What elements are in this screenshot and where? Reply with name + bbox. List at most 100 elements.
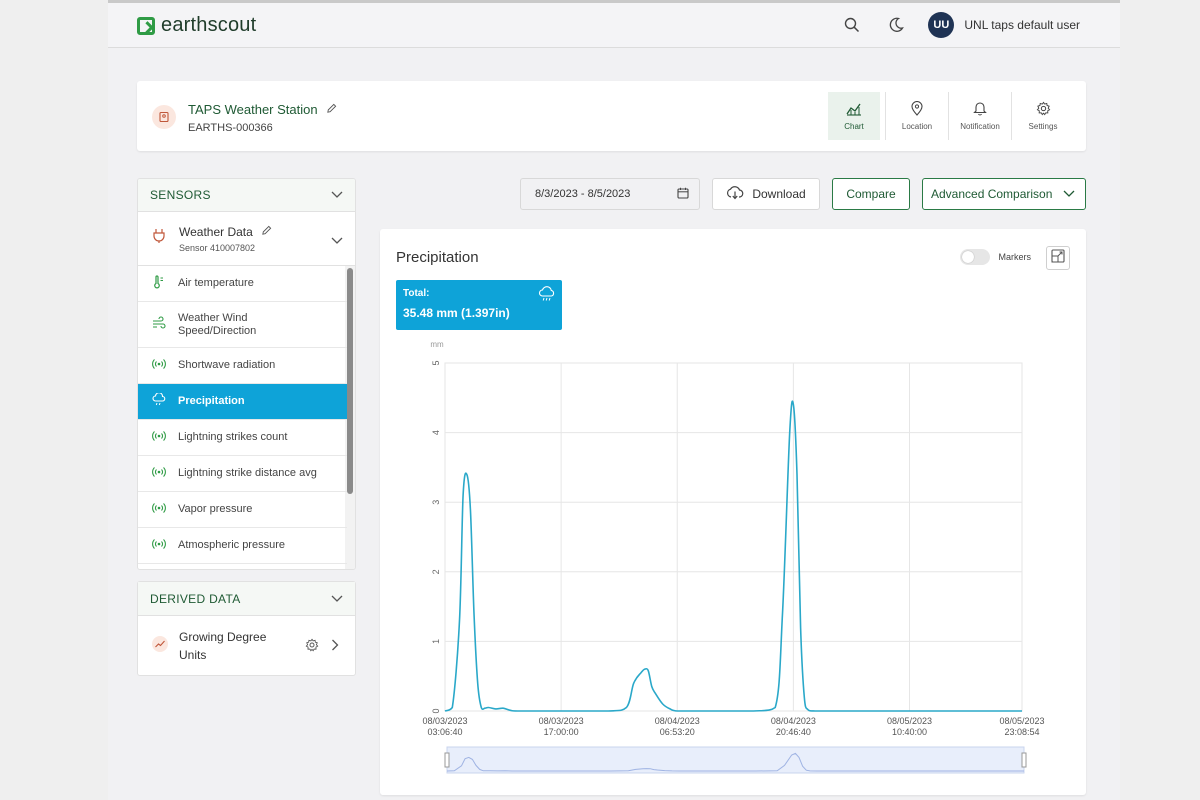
sensors-panel: SENSORS Weather Data Sensor 410007802 Ai… <box>137 178 356 570</box>
tab-chart-label: Chart <box>844 121 864 131</box>
sidebar-item-lightning-strike-distance[interactable]: Lightning strike distance avg <box>138 456 347 492</box>
gear-icon <box>1036 101 1051 118</box>
derived-data-title: DERIVED DATA <box>150 591 241 606</box>
sensor-id: Sensor 410007802 <box>179 243 256 253</box>
sidebar-item-shortwave-radiation[interactable]: Shortwave radiation <box>138 348 347 384</box>
advanced-comparison-label: Advanced Comparison <box>931 187 1053 201</box>
chevron-down-icon <box>331 186 343 204</box>
compare-button[interactable]: Compare <box>832 178 910 210</box>
precipitation-chart-card: 0 1 2 3 4 5 mm 08/03/2023 03:06:40 08/03/2023 17:0… <box>380 229 1086 795</box>
sensor-group-name: Weather Data <box>179 225 272 239</box>
station-header-card: TAPS Weather Station EARTHS-000366 Chart… <box>137 81 1086 151</box>
y-tick-label: 0 <box>431 708 441 713</box>
signal-icon <box>152 466 166 481</box>
search-icon[interactable] <box>840 13 864 37</box>
navigator-left-handle[interactable] <box>444 752 450 768</box>
x-tick-label-time: 10:40:00 <box>892 727 927 737</box>
chevron-right-icon[interactable] <box>331 638 339 656</box>
signal-icon <box>152 502 166 517</box>
tab-notification-label: Notification <box>960 122 1000 131</box>
date-range-value: 8/3/2023 - 8/5/2023 <box>535 188 631 200</box>
tab-location[interactable]: Location <box>885 92 948 140</box>
tab-location-label: Location <box>901 122 933 131</box>
edit-pencil-icon[interactable] <box>261 225 272 239</box>
gear-icon[interactable] <box>305 638 319 657</box>
sidebar-item-label: Lightning strikes count <box>178 431 288 443</box>
sidebar-item-precipitation[interactable]: Precipitation <box>138 384 347 420</box>
expand-chart-button[interactable] <box>1046 246 1070 270</box>
download-label: Download <box>752 187 806 201</box>
sidebar-item-label: Air temperature <box>178 277 254 289</box>
sidebar-item-label: Precipitation <box>178 395 245 407</box>
sidebar-item-air-temperature[interactable]: Air temperature <box>138 266 347 302</box>
sensor-group-weather-data[interactable]: Weather Data Sensor 410007802 <box>138 212 355 266</box>
sidebar-item-lightning-strikes-count[interactable]: Lightning strikes count <box>138 420 347 456</box>
date-range-picker[interactable]: 8/3/2023 - 8/5/2023 <box>520 178 700 210</box>
app-window: earthscout UU UNL taps default user TAPS… <box>108 0 1120 800</box>
dark-mode-moon-icon[interactable] <box>884 13 908 37</box>
tab-settings-label: Settings <box>1028 122 1058 131</box>
sidebar-item-label: Weather Wind Speed/Direction <box>178 311 257 337</box>
sidebar-item-weather-wind[interactable]: Weather Wind Speed/Direction <box>138 302 347 348</box>
sensors-panel-header[interactable]: SENSORS <box>138 179 355 212</box>
brand-name: earthscout <box>161 14 257 36</box>
signal-icon <box>152 358 166 373</box>
download-button[interactable]: Download <box>712 178 820 210</box>
x-tick-label-date: 08/05/2023 <box>887 716 932 726</box>
x-tick-label-date: 08/04/2023 <box>655 716 700 726</box>
chart-icon <box>846 102 862 118</box>
markers-toggle[interactable] <box>960 249 991 265</box>
top-navbar: earthscout UU UNL taps default user <box>108 3 1120 48</box>
user-menu[interactable]: UU UNL taps default user <box>928 12 1080 38</box>
wind-icon <box>152 316 166 333</box>
y-tick-label: 1 <box>431 639 441 644</box>
sensors-title: SENSORS <box>150 188 211 202</box>
sidebar-item-label: Atmospheric pressure <box>178 539 285 551</box>
brand-logo[interactable]: earthscout <box>137 14 256 37</box>
rain-cloud-icon <box>538 286 556 307</box>
x-tick-label-time: 20:46:40 <box>776 727 811 737</box>
expand-icon <box>1051 248 1065 268</box>
y-tick-label: 5 <box>431 360 441 365</box>
x-tick-label-time: 23:08:54 <box>1004 727 1039 737</box>
tab-notification[interactable]: Notification <box>948 92 1011 140</box>
avatar: UU <box>928 12 955 38</box>
tab-settings[interactable]: Settings <box>1011 92 1074 140</box>
sidebar-item-atmospheric-pressure[interactable]: Atmospheric pressure <box>138 528 347 564</box>
derived-item-growing-degree-units[interactable]: Growing Degree Units <box>138 616 355 676</box>
x-tick-label-time: 03:06:40 <box>427 727 462 737</box>
total-value: 35.48 mm (1.397in) <box>403 306 510 320</box>
derived-data-header[interactable]: DERIVED DATA <box>138 582 355 616</box>
station-tabs: Chart Location Notification Settings <box>823 92 1074 140</box>
edit-pencil-icon[interactable] <box>326 102 337 117</box>
sensor-list-scrollbar[interactable] <box>347 268 353 494</box>
station-id: EARTHS-000366 <box>188 122 273 134</box>
chart-title: Precipitation <box>396 249 479 266</box>
plug-icon <box>152 228 166 249</box>
range-navigator[interactable] <box>446 746 1025 774</box>
right-margin <box>1120 0 1200 800</box>
plot-frame <box>444 362 1023 712</box>
navigator-right-handle[interactable] <box>1021 752 1027 768</box>
chevron-down-icon <box>331 232 343 250</box>
precipitation-total-card: Total: 35.48 mm (1.397in) <box>396 280 562 330</box>
markers-toggle-group: Markers <box>960 249 1031 265</box>
x-tick-label-date: 08/04/2023 <box>771 716 816 726</box>
signal-icon <box>152 538 166 553</box>
y-axis-label: mm <box>430 340 444 349</box>
y-tick-label: 4 <box>431 430 441 435</box>
precipitation-series-line[interactable] <box>444 400 1022 712</box>
chevron-down-icon <box>1063 187 1075 201</box>
rain-cloud-icon <box>152 392 166 410</box>
sidebar-item-label: Lightning strike distance avg <box>178 467 317 479</box>
thermometer-icon <box>152 275 166 292</box>
markers-label: Markers <box>998 252 1031 262</box>
sidebar-item-vapor-pressure[interactable]: Vapor pressure <box>138 492 347 528</box>
sidebar-item-label: Vapor pressure <box>178 503 253 515</box>
station-name-text: TAPS Weather Station <box>188 102 318 117</box>
tab-chart[interactable]: Chart <box>828 92 880 140</box>
station-name: TAPS Weather Station <box>188 102 337 117</box>
advanced-comparison-dropdown[interactable]: Advanced Comparison <box>922 178 1086 210</box>
brand-mark-icon <box>137 16 155 35</box>
x-tick-label-date: 08/03/2023 <box>539 716 584 726</box>
